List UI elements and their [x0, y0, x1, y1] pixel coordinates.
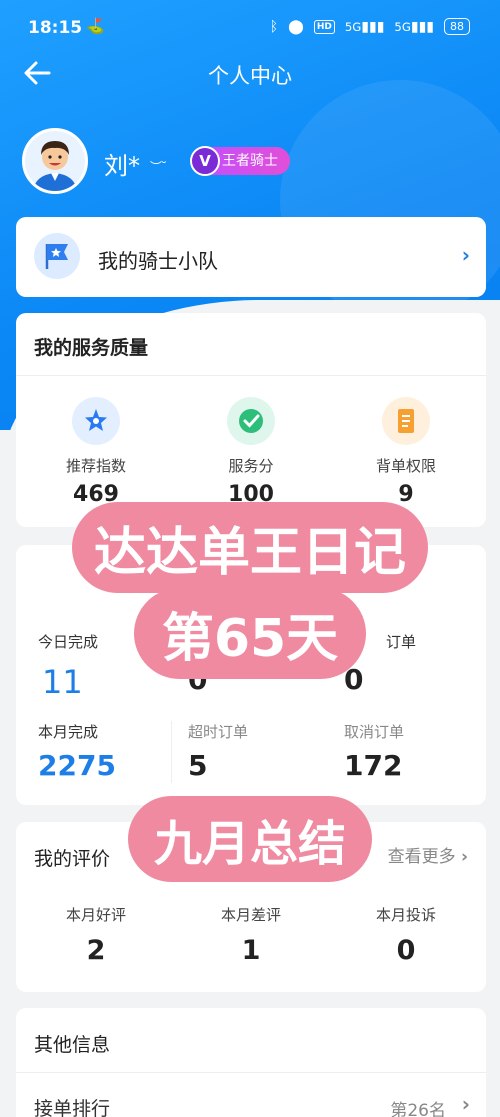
- service-quality-title: 我的服务质量: [34, 337, 149, 359]
- avatar[interactable]: [22, 128, 88, 194]
- service-quality-card: 我的服务质量 推荐指数 469 服务分 100 背单权限 9: [16, 313, 486, 527]
- status-time: 18:15: [28, 18, 83, 38]
- overlay-day: 第65天: [0, 588, 500, 679]
- notification-icon: ⛳: [86, 17, 105, 35]
- avatar-illustration-icon: [25, 131, 85, 191]
- cancelled-orders-label: 取消订单: [344, 723, 405, 741]
- location-icon: ⬤: [288, 18, 304, 35]
- status-bar: 18:15 ⛳ ᛒ ⬤ HD 5G▮▮▮ 5G▮▮▮ 88: [0, 0, 500, 58]
- good-review-item[interactable]: 本月好评 2: [18, 904, 174, 966]
- chevron-right-icon: ›: [461, 243, 470, 267]
- overlay-title: 达达单王日记: [0, 502, 500, 593]
- nav-bar: 个人中心: [0, 52, 500, 96]
- ranking-row-value: 第26名: [390, 1101, 446, 1117]
- overlay-summary: 九月总结: [0, 796, 500, 882]
- divider: [171, 721, 172, 783]
- bad-review-item[interactable]: 本月差评 1: [173, 904, 329, 966]
- chevron-right-icon[interactable]: ›: [462, 1092, 470, 1116]
- divider: [16, 375, 486, 376]
- bad-review-label: 本月差评: [220, 906, 281, 924]
- bluetooth-icon: ᛒ: [269, 18, 279, 35]
- overlay-line3: 九月总结: [127, 796, 372, 882]
- rank-badge-label: 王者骑士: [222, 153, 278, 169]
- signal-icon-2: 5G▮▮▮: [394, 18, 434, 35]
- other-info-title: 其他信息: [34, 1034, 111, 1056]
- overlay-line1: 达达单王日记: [71, 502, 428, 593]
- user-name: 刘*: [104, 152, 140, 180]
- document-icon: [382, 397, 430, 445]
- complaint-value: 0: [396, 935, 416, 966]
- order-permission-label: 背单权限: [375, 457, 436, 475]
- recommend-index-item[interactable]: 推荐指数 469: [18, 397, 174, 507]
- good-review-label: 本月好评: [65, 906, 126, 924]
- team-label: 我的骑士小队: [98, 249, 218, 273]
- month-completed-value: 2275: [38, 749, 116, 782]
- team-card[interactable]: 我的骑士小队 ›: [16, 217, 486, 297]
- bad-review-value: 1: [241, 935, 261, 966]
- hide-eye-icon[interactable]: ︶˘: [150, 158, 167, 175]
- hd-icon: HD: [313, 19, 335, 34]
- complaint-label: 本月投诉: [375, 906, 436, 924]
- recommend-index-label: 推荐指数: [65, 457, 126, 475]
- check-circle-icon: [227, 397, 275, 445]
- ranking-row-label[interactable]: 接单排行: [34, 1094, 110, 1117]
- good-review-value: 2: [86, 935, 106, 966]
- overtime-orders-value: 5: [188, 749, 208, 782]
- order-permission-item[interactable]: 背单权限 9: [328, 397, 484, 507]
- cancelled-orders-value: 172: [344, 749, 403, 782]
- service-score-label: 服务分: [228, 457, 274, 475]
- battery-icon: 88: [444, 18, 470, 35]
- other-info-card: 其他信息 接单排行 第26名 ›: [16, 1008, 486, 1117]
- signal-icon-1: 5G▮▮▮: [344, 18, 385, 35]
- complaint-item[interactable]: 本月投诉 0: [328, 904, 484, 966]
- service-score-item[interactable]: 服务分 100: [173, 397, 329, 507]
- status-icons: ᛒ ⬤ HD 5G▮▮▮ 5G▮▮▮ 88: [270, 18, 470, 35]
- rank-badge[interactable]: V 王者骑士: [190, 146, 290, 176]
- flag-icon: [34, 233, 80, 279]
- vip-icon: V: [190, 146, 220, 176]
- month-completed-label: 本月完成: [38, 723, 99, 741]
- star-shield-icon: [72, 397, 120, 445]
- overtime-orders-label: 超时订单: [188, 723, 249, 741]
- page-title: 个人中心: [208, 64, 292, 88]
- divider: [16, 1072, 486, 1073]
- overlay-line2: 第65天: [133, 588, 367, 679]
